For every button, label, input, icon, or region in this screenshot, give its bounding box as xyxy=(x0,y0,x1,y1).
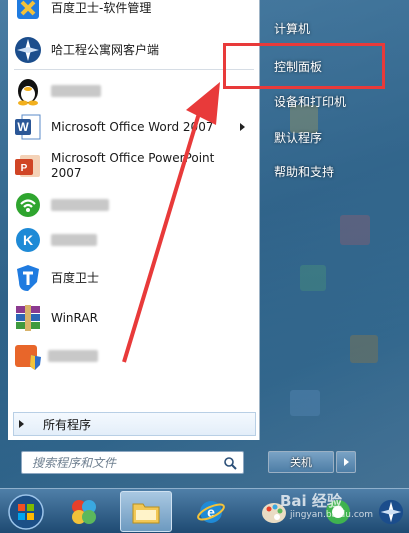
client-compass-icon xyxy=(378,499,403,524)
taskbar-app-ie[interactable]: e xyxy=(185,491,237,532)
windows-logo-icon xyxy=(8,493,44,530)
watermark-url: jingyan.baidu.com xyxy=(290,510,374,520)
taskbar-app-client[interactable] xyxy=(372,491,409,532)
arrow-shaft xyxy=(122,109,202,363)
taskbar-app-pinwheel[interactable] xyxy=(58,491,110,532)
folder-icon xyxy=(132,503,160,523)
pinwheel-icon xyxy=(72,499,96,524)
taskbar-app-explorer[interactable] xyxy=(120,491,172,532)
annotation-arrow xyxy=(122,82,220,363)
arrow-head xyxy=(186,82,220,125)
watermark-brand: Bai 经验 xyxy=(280,492,342,510)
internet-explorer-icon: e xyxy=(197,500,225,523)
start-orb-button[interactable] xyxy=(0,491,52,532)
